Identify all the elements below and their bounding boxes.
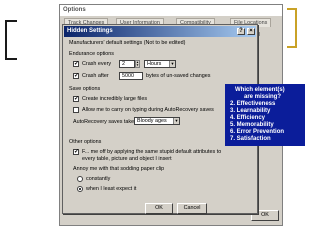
save-section-label: Save options xyxy=(69,86,101,92)
right-bracket-decoration xyxy=(287,8,297,48)
endurance-section-label: Endurance options xyxy=(69,51,114,57)
ok-button[interactable]: OK xyxy=(145,203,173,214)
fob-defaults-label-line2: every table, picture and object I insert xyxy=(82,156,172,162)
autorecovery-select[interactable]: Bloody ages ▼ xyxy=(134,117,180,125)
question-line-2: are missing? xyxy=(244,94,282,100)
crash-after-input[interactable]: 5000 xyxy=(119,72,143,80)
crash-every-checkbox[interactable]: ✓ xyxy=(73,61,79,67)
large-files-checkbox[interactable]: ✓ xyxy=(73,96,79,102)
chevron-down-icon: ▼ xyxy=(169,61,175,67)
left-bracket-decoration xyxy=(5,20,17,60)
crash-every-input[interactable]: 2 xyxy=(119,60,135,68)
crash-every-unit-value: Hours xyxy=(147,61,162,67)
criteria-item: 4. Efficiency xyxy=(230,115,266,121)
other-section-label: Other options xyxy=(69,139,102,145)
autorecovery-label: AutoRecovery saves take xyxy=(73,119,135,125)
crash-after-label: Crash after xyxy=(82,73,109,79)
chevron-down-icon: ▼ xyxy=(173,118,179,124)
crash-every-label: Crash every xyxy=(82,61,112,67)
carry-on-typing-checkbox[interactable] xyxy=(73,107,79,113)
radio-constantly[interactable] xyxy=(77,176,83,182)
large-files-label: Create incredibly large files xyxy=(82,96,148,102)
annoy-label: Annoy me with that sodding paper clip xyxy=(73,166,165,172)
criteria-item: 3. Learnability xyxy=(230,108,271,114)
hidden-settings-titlebar: Hidden Settings ? × xyxy=(64,26,256,37)
dialog-title: Hidden Settings xyxy=(67,28,113,34)
carry-on-typing-label: Allow me to carry on typing during AutoR… xyxy=(82,107,214,113)
question-callout: Which element(s) are missing? 2. Effecti… xyxy=(225,84,305,146)
radio-when-least-expect[interactable] xyxy=(77,186,83,192)
criteria-item: 5. Memorability xyxy=(230,122,274,128)
help-icon[interactable]: ? xyxy=(237,28,245,35)
radio-constantly-label: constantly xyxy=(86,176,111,182)
criteria-item: 7. Satisfaction xyxy=(230,136,271,142)
intro-text: Manufacturers' default settings (Not to … xyxy=(69,40,186,46)
crash-after-checkbox[interactable]: ✓ xyxy=(73,73,79,79)
autorecovery-value: Bloody ages xyxy=(137,118,167,124)
cancel-button[interactable]: Cancel xyxy=(177,203,207,214)
fob-defaults-checkbox[interactable]: ✓ xyxy=(73,149,79,155)
crash-after-suffix: bytes of un-saved changes xyxy=(146,73,211,79)
close-icon[interactable]: × xyxy=(247,28,255,35)
criteria-item: 6. Error Prevention xyxy=(230,129,285,135)
options-dialog-title: Options xyxy=(60,5,282,16)
question-line-1: Which element(s) xyxy=(235,87,285,93)
crash-every-spinner[interactable]: ▲ ▼ xyxy=(135,60,140,68)
criteria-item: 2. Effectiveness xyxy=(230,101,276,107)
crash-every-unit-select[interactable]: Hours ▼ xyxy=(144,60,176,68)
radio-when-least-expect-label: when I least expect it xyxy=(86,186,137,192)
fob-defaults-label: F... me off by applying the same stupid … xyxy=(82,149,222,155)
